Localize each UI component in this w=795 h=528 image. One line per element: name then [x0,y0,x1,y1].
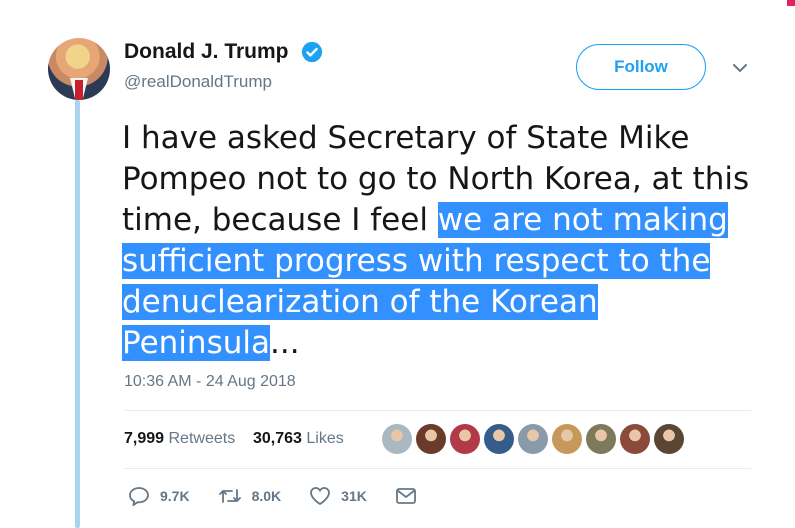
thread-line [75,100,80,528]
author-name[interactable]: Donald J. Trump [124,40,289,64]
liker-avatar[interactable] [586,424,616,454]
retweet-action[interactable]: 8.0K [218,486,282,506]
like-action[interactable]: 31K [309,486,367,506]
liker-avatar[interactable] [620,424,650,454]
tweet-timestamp[interactable]: 10:36 AM - 24 Aug 2018 [124,373,296,391]
liker-avatar[interactable] [552,424,582,454]
liker-avatar[interactable] [518,424,548,454]
tweet-text: I have asked Secretary of State Mike Pom… [122,118,762,364]
heart-icon [310,487,331,506]
envelope-icon [395,488,416,504]
message-action[interactable] [395,487,427,505]
avatar-tie [75,80,83,100]
like-count: 31K [341,488,367,504]
likes-label: Likes [306,430,344,447]
retweets-count: 7,999 [124,430,165,447]
follow-button[interactable]: Follow [576,44,706,90]
divider-top [124,410,751,411]
avatar[interactable] [48,38,110,100]
tweet-stats: 7,999 Retweets 30,763 Likes [124,430,344,448]
divider-bottom [124,468,751,469]
retweet-count: 8.0K [251,488,282,504]
tweet-text-ellipsis: ... [269,325,300,361]
reply-icon [129,487,149,506]
liker-avatar[interactable] [382,424,412,454]
likes-stat[interactable]: 30,763 Likes [253,430,344,447]
liker-avatar[interactable] [654,424,684,454]
retweet-icon [218,489,241,503]
reply-count: 9.7K [160,488,190,504]
liker-avatar[interactable] [416,424,446,454]
author-handle[interactable]: @realDonaldTrump [124,72,272,92]
retweets-stat[interactable]: 7,999 Retweets [124,430,235,447]
liker-avatar[interactable] [484,424,514,454]
chevron-down-icon[interactable] [730,60,750,76]
reply-action[interactable]: 9.7K [128,486,190,506]
liker-avatars [382,424,688,454]
retweets-label: Retweets [168,430,236,447]
action-bar: 9.7K 8.0K 31K [128,486,455,506]
liker-avatar[interactable] [450,424,480,454]
corner-mark [787,0,795,6]
verified-badge-icon [301,41,323,63]
likes-count: 30,763 [252,430,302,447]
